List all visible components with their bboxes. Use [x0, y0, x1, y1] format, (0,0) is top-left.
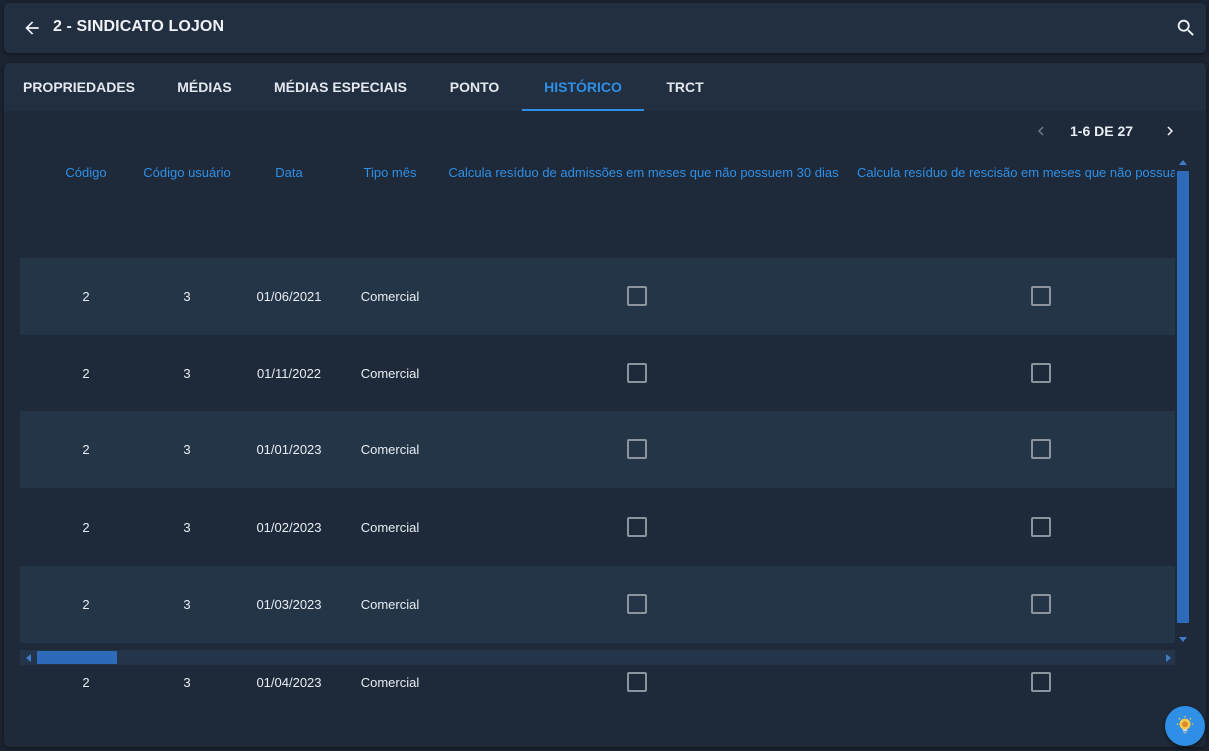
table-row[interactable]: 2 3 01/03/2023 Comercial: [20, 566, 1175, 643]
table-row[interactable]: 2 3 01/01/2023 Comercial: [20, 411, 1175, 488]
cell-tipo-mes: Comercial: [360, 289, 420, 304]
tab-ponto[interactable]: PONTO: [426, 63, 523, 111]
pagination-label: 1-6 DE 27: [1070, 123, 1134, 139]
residuo-admissoes-checkbox[interactable]: [627, 672, 647, 692]
column-header-codigo-usuario[interactable]: Código usuário: [137, 165, 237, 180]
horizontal-scrollbar-thumb[interactable]: [37, 651, 117, 664]
next-page-button[interactable]: [1159, 120, 1181, 142]
main-panel: PROPRIEDADES MÉDIAS MÉDIAS ESPECIAIS PON…: [4, 63, 1206, 747]
tab-trct[interactable]: TRCT: [644, 63, 726, 111]
cell-codigo-usuario: 3: [183, 442, 191, 457]
lightbulb-icon: [1176, 715, 1194, 734]
cell-data: 01/01/2023: [256, 442, 322, 457]
scroll-down-arrow-icon[interactable]: [1179, 637, 1187, 642]
cell-codigo-usuario: 3: [183, 289, 191, 304]
cell-data: 01/03/2023: [256, 597, 322, 612]
cell-codigo: 2: [82, 289, 90, 304]
residuo-admissoes-checkbox[interactable]: [627, 363, 647, 383]
residuo-rescisao-checkbox[interactable]: [1031, 286, 1051, 306]
tab-medias-especiais[interactable]: MÉDIAS ESPECIAIS: [255, 63, 426, 111]
cell-codigo-usuario: 3: [183, 520, 191, 535]
cell-tipo-mes: Comercial: [360, 366, 420, 381]
cell-codigo: 2: [82, 442, 90, 457]
top-bar: 2 - SINDICATO LOJON: [4, 3, 1206, 53]
cell-tipo-mes: Comercial: [360, 442, 420, 457]
tab-propriedades[interactable]: PROPRIEDADES: [4, 63, 154, 111]
residuo-rescisao-checkbox[interactable]: [1031, 594, 1051, 614]
residuo-rescisao-checkbox[interactable]: [1031, 363, 1051, 383]
tab-medias[interactable]: MÉDIAS: [154, 63, 255, 111]
cell-codigo-usuario: 3: [183, 597, 191, 612]
tab-historico[interactable]: HISTÓRICO: [522, 63, 644, 111]
page-title: 2 - SINDICATO LOJON: [53, 18, 225, 35]
back-button[interactable]: [20, 16, 44, 40]
vertical-scrollbar-thumb[interactable]: [1177, 171, 1189, 623]
column-header-codigo[interactable]: Código: [36, 165, 136, 180]
arrow-left-icon: [25, 21, 39, 35]
column-header-data[interactable]: Data: [239, 165, 339, 180]
residuo-rescisao-checkbox[interactable]: [1031, 439, 1051, 459]
table-row[interactable]: 2 3 01/02/2023 Comercial: [20, 489, 1175, 566]
table-row[interactable]: 2 3 01/11/2022 Comercial: [20, 335, 1175, 412]
residuo-admissoes-checkbox[interactable]: [627, 439, 647, 459]
scroll-right-arrow-icon[interactable]: [1166, 654, 1171, 662]
residuo-admissoes-checkbox[interactable]: [627, 594, 647, 614]
column-header-residuo-rescisao[interactable]: Calcula resíduo de rescisão em meses que…: [857, 165, 1191, 180]
vertical-scrollbar[interactable]: [1175, 154, 1191, 648]
cell-codigo: 2: [82, 366, 90, 381]
residuo-admissoes-checkbox[interactable]: [627, 517, 647, 537]
previous-page-button[interactable]: [1030, 120, 1052, 142]
tips-button[interactable]: [1165, 706, 1205, 746]
cell-codigo: 2: [82, 520, 90, 535]
cell-tipo-mes: Comercial: [360, 520, 420, 535]
tab-bar: PROPRIEDADES MÉDIAS MÉDIAS ESPECIAIS PON…: [4, 63, 1206, 111]
residuo-rescisao-checkbox[interactable]: [1031, 517, 1051, 537]
cell-data: 01/11/2022: [256, 366, 322, 381]
column-header-residuo-admissoes[interactable]: Calcula resíduo de admissões em meses qu…: [446, 165, 841, 180]
chevron-left-icon: [1038, 126, 1044, 136]
cell-codigo-usuario: 3: [183, 366, 191, 381]
scroll-up-arrow-icon[interactable]: [1179, 160, 1187, 165]
column-header-tipo-mes[interactable]: Tipo mês: [340, 165, 440, 180]
cell-data: 01/06/2021: [256, 289, 322, 304]
residuo-admissoes-checkbox[interactable]: [627, 286, 647, 306]
search-icon: [1177, 19, 1194, 36]
table-row[interactable]: 2 3 01/06/2021 Comercial: [20, 258, 1175, 335]
cell-codigo: 2: [82, 597, 90, 612]
cell-data: 01/02/2023: [256, 520, 322, 535]
chevron-right-icon: [1167, 126, 1173, 136]
residuo-rescisao-checkbox[interactable]: [1031, 672, 1051, 692]
horizontal-scrollbar[interactable]: [20, 650, 1175, 665]
history-table: Código Código usuário Data Tipo mês Calc…: [20, 154, 1191, 723]
scroll-left-arrow-icon[interactable]: [26, 654, 31, 662]
search-button[interactable]: [1174, 16, 1198, 40]
cell-tipo-mes: Comercial: [360, 597, 420, 612]
